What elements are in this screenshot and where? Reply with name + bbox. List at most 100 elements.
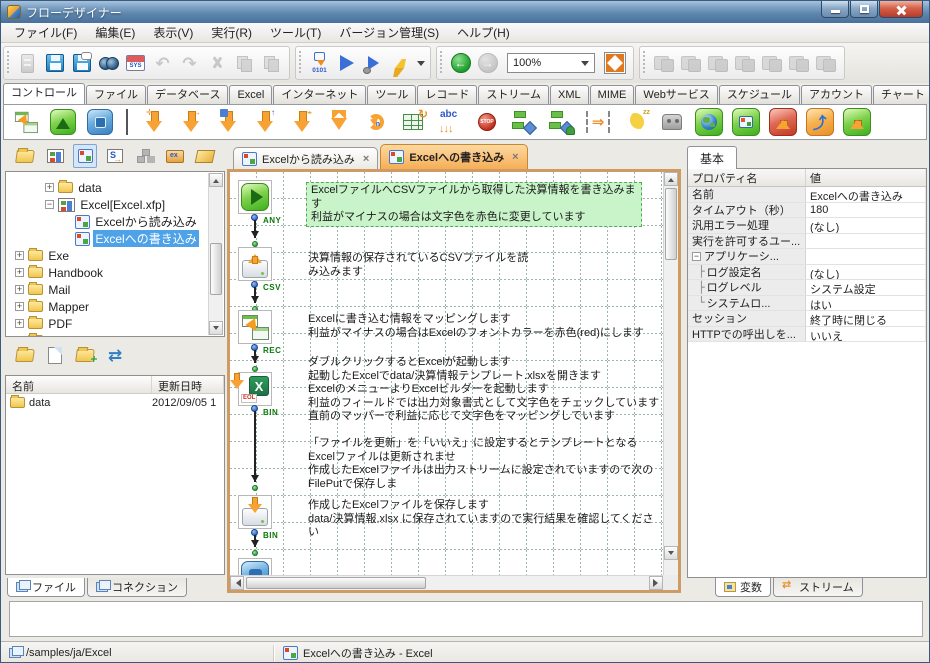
property-value[interactable]: はい xyxy=(806,296,926,311)
scroll-left-button[interactable] xyxy=(230,576,244,590)
window-tool-button-2[interactable] xyxy=(677,50,704,77)
canvas-tab-excel-read[interactable]: Excelから読み込み × xyxy=(233,147,378,169)
canvas-hscrollbar[interactable] xyxy=(230,575,663,590)
palette-icon-raise[interactable]: ↑ xyxy=(249,107,281,137)
column-name[interactable]: 名前 xyxy=(6,376,152,393)
palette-icon-loop[interactable]: .n xyxy=(360,107,392,137)
property-value[interactable]: いいえ xyxy=(806,327,926,342)
menu-version-control[interactable]: バージョン管理(S) xyxy=(330,22,448,43)
connector-bin-long[interactable] xyxy=(250,405,259,491)
palette-icon-stop-loop[interactable]: STOP xyxy=(471,107,503,137)
property-value[interactable]: Excelへの書き込み xyxy=(806,187,926,202)
palette-icon-inout[interactable] xyxy=(582,107,614,137)
tab-streams[interactable]: ストリーム xyxy=(773,578,863,597)
file-row-data[interactable]: data 2012/09/05 1 xyxy=(6,394,224,411)
redo-button[interactable]: ↷ xyxy=(176,50,203,77)
tree-item-exe[interactable]: + Exe xyxy=(7,247,208,264)
window-tool-button-3[interactable] xyxy=(704,50,731,77)
palette-icon-end[interactable] xyxy=(84,107,116,137)
paste-button[interactable] xyxy=(257,50,284,77)
refresh-button[interactable]: ⇄ xyxy=(103,343,127,367)
property-value[interactable]: システム設定 xyxy=(806,280,926,295)
scroll-up-button[interactable] xyxy=(664,172,678,186)
tab-control[interactable]: コントロール xyxy=(3,83,85,104)
scroll-thumb[interactable] xyxy=(246,577,426,589)
property-value[interactable]: (なし) xyxy=(806,265,926,280)
open-project-button[interactable] xyxy=(13,144,37,168)
window-tool-button-7[interactable] xyxy=(812,50,839,77)
tree-item-excel-project[interactable]: − Excel[Excel.xfp] xyxy=(7,196,208,213)
palette-icon-mapper[interactable] xyxy=(10,107,42,137)
menu-view[interactable]: 表示(V) xyxy=(144,22,202,43)
menu-file[interactable]: ファイル(F) xyxy=(5,22,86,43)
palette-icon-upload-green[interactable] xyxy=(841,107,873,137)
new-script-button[interactable] xyxy=(103,144,127,168)
save-button[interactable] xyxy=(41,50,68,77)
copy-button[interactable] xyxy=(230,50,257,77)
tab-file[interactable]: ファイル xyxy=(86,85,146,104)
scroll-thumb[interactable] xyxy=(665,188,677,260)
tab-database[interactable]: データベース xyxy=(147,85,228,104)
palette-icon-flowchart[interactable] xyxy=(508,107,540,137)
connector-rec[interactable] xyxy=(250,344,259,372)
palette-icon-web[interactable] xyxy=(693,107,725,137)
debug-button[interactable] xyxy=(360,50,387,77)
menu-help[interactable]: ヘルプ(H) xyxy=(448,22,519,43)
palette-icon-start[interactable] xyxy=(47,107,79,137)
add-folder-button[interactable] xyxy=(73,343,97,367)
palette-icon-call[interactable]: → xyxy=(175,107,207,137)
new-project-button[interactable] xyxy=(14,50,41,77)
tab-basic[interactable]: 基本 xyxy=(687,146,737,169)
toolbar-grip[interactable] xyxy=(439,51,444,75)
scroll-down-button[interactable] xyxy=(664,546,678,560)
tab-account[interactable]: アカウント xyxy=(801,85,872,104)
palette-icon-sleep[interactable]: zz xyxy=(619,107,651,137)
tree-item-record[interactable]: + Record xyxy=(7,332,208,337)
window-tool-button-5[interactable] xyxy=(758,50,785,77)
tree-item-handbook[interactable]: + Handbook xyxy=(7,264,208,281)
tab-internet[interactable]: インターネット xyxy=(273,85,366,104)
palette-icon-merge[interactable] xyxy=(323,107,355,137)
undo-button[interactable]: ↶ xyxy=(149,50,176,77)
tree-item-excel-read[interactable]: Excelから読み込み xyxy=(7,213,208,230)
menu-tools[interactable]: ツール(T) xyxy=(261,22,330,43)
maximize-button[interactable] xyxy=(850,1,878,18)
window-tool-button-4[interactable] xyxy=(731,50,758,77)
node-end[interactable] xyxy=(238,558,272,575)
tab-tools[interactable]: ツール xyxy=(367,85,416,104)
window-tool-button-1[interactable] xyxy=(650,50,677,77)
palette-icon-component[interactable] xyxy=(212,107,244,137)
palette-icon-parse[interactable]: abc↓↓↓ xyxy=(434,107,466,137)
tab-xml[interactable]: XML xyxy=(550,85,589,104)
collapse-icon[interactable]: − xyxy=(692,252,701,261)
minimize-button[interactable] xyxy=(821,1,849,18)
palette-icon-jump[interactable]: ⤴ xyxy=(804,107,836,137)
tab-excel[interactable]: Excel xyxy=(229,85,272,104)
quick-run-button[interactable] xyxy=(387,50,414,77)
menu-run[interactable]: 実行(R) xyxy=(202,22,261,43)
scroll-right-button[interactable] xyxy=(649,576,663,590)
property-value[interactable]: (なし) xyxy=(806,218,926,233)
component-box-button[interactable] xyxy=(163,144,187,168)
tab-files[interactable]: ファイル xyxy=(7,578,85,597)
node-start[interactable] xyxy=(238,180,272,214)
tab-variables[interactable]: 変数 xyxy=(715,578,771,597)
toolbar-grip[interactable] xyxy=(6,51,11,75)
palette-icon-subflow[interactable] xyxy=(730,107,762,137)
connector-csv[interactable] xyxy=(250,281,259,312)
tab-record[interactable]: レコード xyxy=(417,85,477,104)
palette-icon-branch[interactable]: ✛ xyxy=(138,107,170,137)
palette-icon-flowchart-user[interactable] xyxy=(545,107,577,137)
tab-connections[interactable]: コネクション xyxy=(87,578,187,597)
tree-item-pdf[interactable]: + PDF xyxy=(7,315,208,332)
navigate-back-button[interactable]: ← xyxy=(447,50,474,77)
tree-item-mapper[interactable]: + Mapper xyxy=(7,298,208,315)
deploy-button[interactable] xyxy=(193,144,217,168)
save-with-comment-button[interactable] xyxy=(68,50,95,77)
open-folder-button[interactable] xyxy=(13,343,37,367)
search-button[interactable] xyxy=(95,50,122,77)
tab-mime[interactable]: MIME xyxy=(590,85,635,104)
window-tool-button-6[interactable] xyxy=(785,50,812,77)
flow-canvas[interactable]: ExcelファイルへCSVファイルから取得した決算情報を書き込みます 利益がマイ… xyxy=(227,169,681,593)
system-settings-button[interactable]: SYS xyxy=(122,50,149,77)
